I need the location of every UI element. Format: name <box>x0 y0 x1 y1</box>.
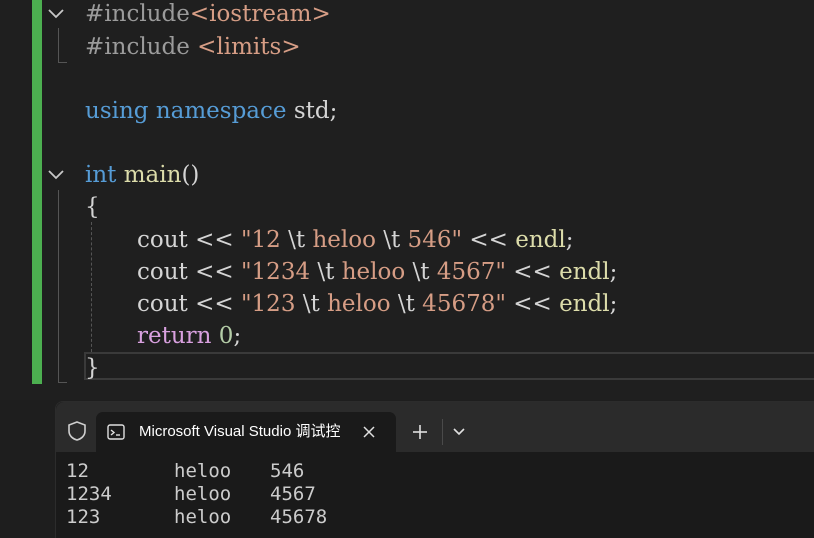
escape-sequence: \t <box>412 259 430 285</box>
output-cell: 546 <box>270 460 305 482</box>
chevron-down-icon[interactable] <box>450 424 468 440</box>
string-literal: "123 <box>240 291 303 317</box>
escape-sequence: \t <box>397 291 415 317</box>
identifier: endl <box>559 259 610 285</box>
escape-sequence: \t <box>383 227 401 253</box>
indent-guide <box>91 222 92 352</box>
identifier: cout <box>137 291 188 317</box>
terminal-tab[interactable]: Microsoft Visual Studio 调试控 <box>96 412 396 452</box>
keyword: using <box>85 98 149 124</box>
output-cell: heloo <box>174 506 232 528</box>
keyword: return <box>137 323 212 349</box>
terminal-tab-icon <box>107 424 125 440</box>
terminal-tab-bar: Microsoft Visual Studio 调试控 <box>56 402 814 452</box>
identifier: endl <box>559 291 610 317</box>
include-header: <iostream> <box>189 1 331 27</box>
close-icon[interactable] <box>360 423 378 441</box>
code-line: return 0; <box>137 320 241 352</box>
punctuation: ; <box>609 259 618 285</box>
identifier: cout <box>137 227 188 253</box>
preprocessor-directive: #include <box>85 34 190 60</box>
punctuation: () <box>181 162 200 188</box>
code-line: cout << "1234 \t heloo \t 4567" << endl; <box>137 256 617 288</box>
output-cell: 4567 <box>270 483 316 505</box>
punctuation: ; <box>233 323 242 349</box>
change-indicator-bar <box>32 0 42 384</box>
operator: << <box>187 227 241 253</box>
string-literal: heloo <box>319 291 398 317</box>
output-cell: 12 <box>66 460 89 482</box>
tab-divider <box>442 419 443 445</box>
current-line-highlight <box>84 352 814 380</box>
code-line: { <box>85 191 100 223</box>
code-line: #include <limits> <box>85 31 301 63</box>
brace: } <box>85 355 100 381</box>
output-line: 1234 heloo 4567 <box>66 483 327 506</box>
tab-title: Microsoft Visual Studio 调试控 <box>139 423 341 440</box>
terminal-window[interactable]: Microsoft Visual Studio 调试控 12 heloo 546 1… <box>55 401 814 538</box>
escape-sequence: \t <box>317 259 335 285</box>
output-cell: heloo <box>174 483 232 505</box>
output-cell: 123 <box>66 506 101 528</box>
fold-chevron-down-icon[interactable] <box>46 6 66 22</box>
code-line: } <box>85 352 100 384</box>
output-line: 12 heloo 546 <box>66 460 327 483</box>
keyword: namespace <box>155 98 287 124</box>
number-literal: 0 <box>218 323 234 349</box>
escape-sequence: \t <box>288 227 306 253</box>
fold-guide <box>58 28 67 63</box>
output-line: 123 heloo 45678 <box>66 506 327 529</box>
output-cell: heloo <box>174 460 232 482</box>
code-line: cout << "123 \t heloo \t 45678" << endl; <box>137 288 617 320</box>
code-line: int main() <box>85 159 199 191</box>
operator: << <box>187 259 241 285</box>
escape-sequence: \t <box>302 291 320 317</box>
fold-chevron-down-icon[interactable] <box>46 167 66 183</box>
string-literal: "1234 <box>240 259 318 285</box>
preprocessor-directive: #include <box>85 1 190 27</box>
operator: << <box>187 291 241 317</box>
code-line: cout << "12 \t heloo \t 546" << endl; <box>137 224 573 256</box>
string-literal: 546" <box>400 227 463 253</box>
output-cell: 45678 <box>270 506 328 528</box>
code-line: #include<iostream> <box>85 0 331 30</box>
punctuation: ; <box>565 227 574 253</box>
brace: { <box>85 194 100 220</box>
string-literal: heloo <box>305 227 384 253</box>
output-cell: 1234 <box>66 483 112 505</box>
function-name: main <box>123 162 182 188</box>
operator: << <box>505 259 560 285</box>
identifier: std; <box>286 98 338 124</box>
terminal-output: 12 heloo 546 1234 heloo 4567 123 heloo 45678 <box>66 460 327 529</box>
identifier: cout <box>137 259 188 285</box>
code-editor[interactable]: #include<iostream> #include <limits> usi… <box>0 0 814 400</box>
string-literal: 45678" <box>414 291 506 317</box>
include-header: <limits> <box>189 34 301 60</box>
keyword: int <box>85 162 117 188</box>
plus-icon[interactable] <box>410 422 430 442</box>
string-literal: 4567" <box>429 259 506 285</box>
fold-guide <box>58 190 67 383</box>
shield-icon[interactable] <box>66 420 88 442</box>
operator: << <box>462 227 516 253</box>
operator: << <box>505 291 560 317</box>
identifier: endl <box>515 227 566 253</box>
string-literal: heloo <box>334 259 413 285</box>
string-literal: "12 <box>240 227 289 253</box>
code-line: using namespace std; <box>85 95 337 127</box>
punctuation: ; <box>609 291 618 317</box>
